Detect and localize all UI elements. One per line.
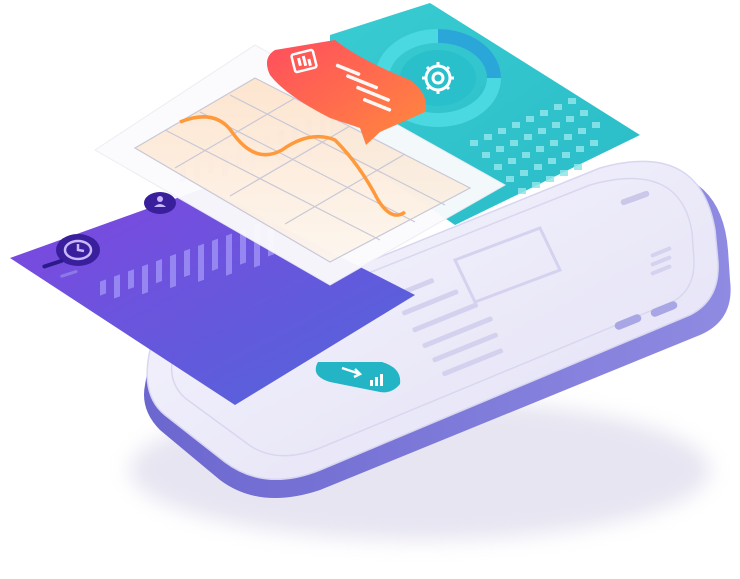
dashboard-illustration [0, 0, 740, 579]
user-icon [144, 192, 176, 214]
